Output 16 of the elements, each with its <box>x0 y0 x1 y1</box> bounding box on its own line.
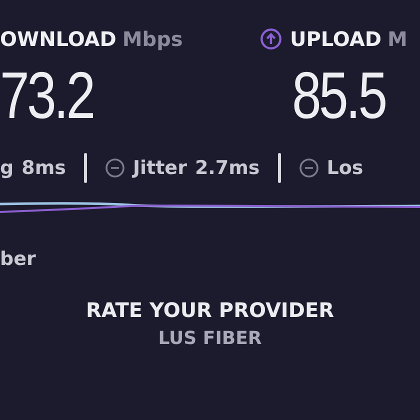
provider-name: LUS FIBER <box>158 328 262 349</box>
download-label: OWNLOAD <box>0 27 116 51</box>
unit-label: Mbps <box>122 27 183 51</box>
download-speed: 73.2 <box>0 57 94 134</box>
upload-label: UPLOAD <box>290 27 382 51</box>
upload-speed: 85.5 <box>292 57 386 134</box>
unit-label: M <box>387 27 408 51</box>
metric-label: g <box>0 157 14 179</box>
metric-label: Jitter <box>132 157 187 179</box>
metric-label: Los <box>326 157 364 179</box>
minus-circle-icon <box>104 158 125 178</box>
rate-provider-heading: RATE YOUR PROVIDER <box>86 298 334 322</box>
metric-value: 2.7ms <box>194 157 260 179</box>
metric-value: 8ms <box>22 157 66 179</box>
minus-circle-icon <box>298 158 319 178</box>
provider-name: ber <box>0 248 37 272</box>
